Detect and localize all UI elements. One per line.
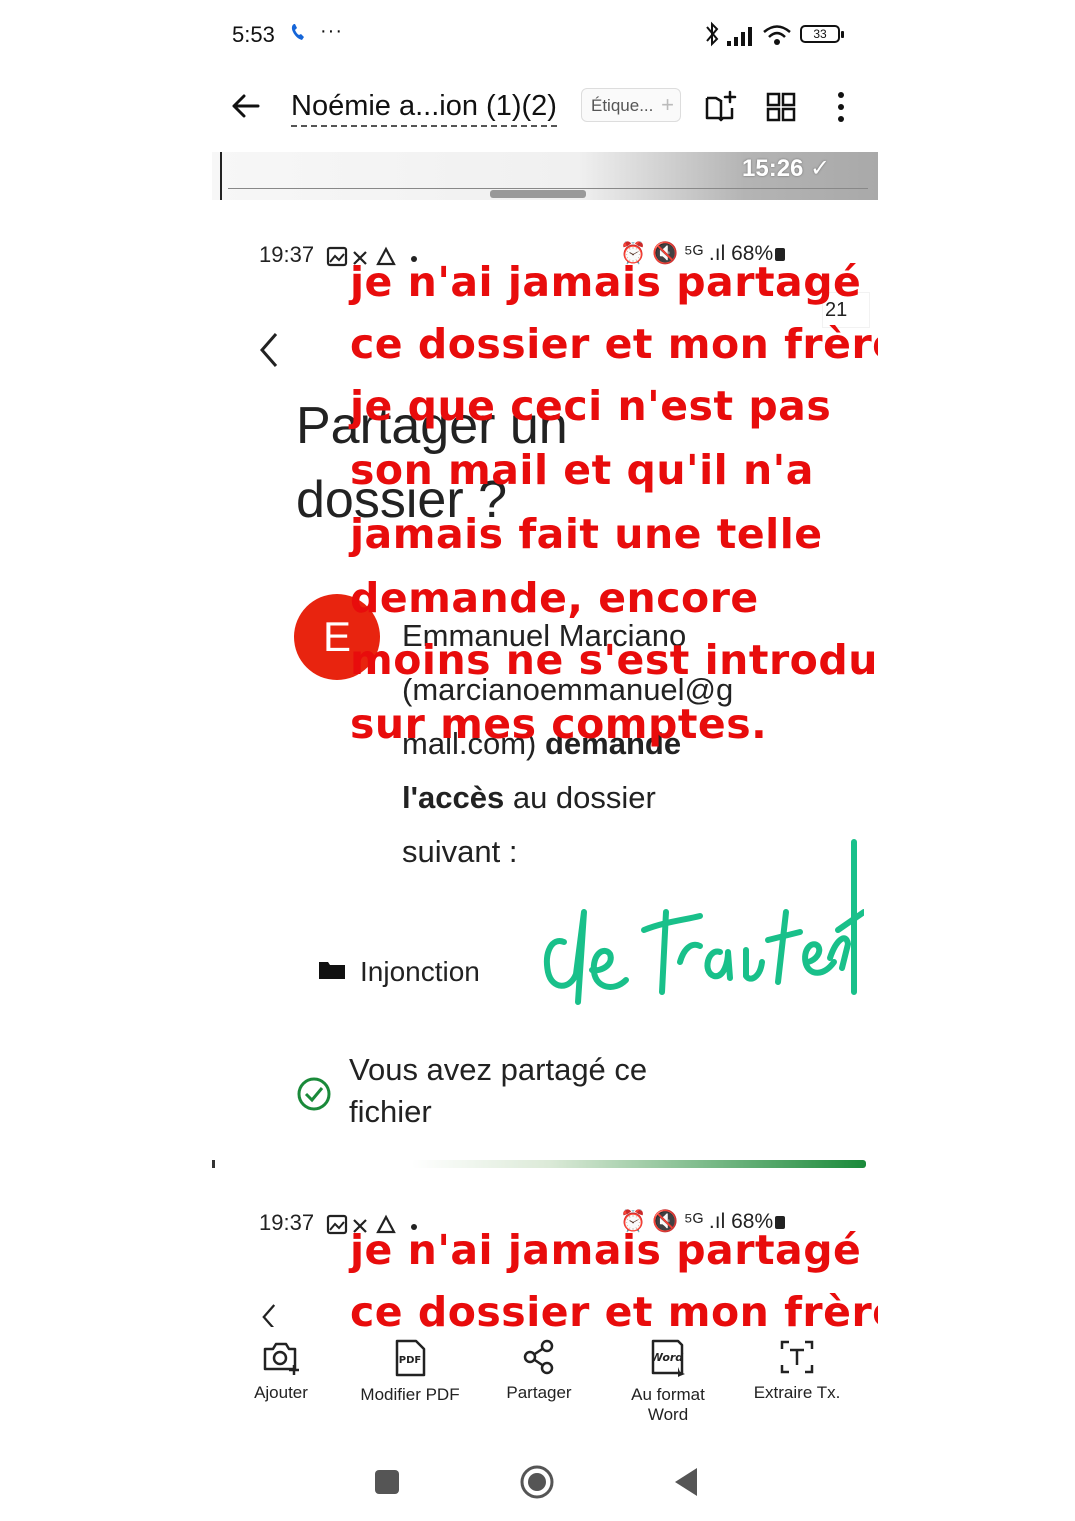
back-arrow-icon[interactable]: [228, 88, 264, 124]
annotation-line-2: ce dossier et mon frère: [350, 320, 878, 368]
grid-view-icon[interactable]: [764, 90, 798, 124]
extract-text-label: Extraire Tx.: [753, 1383, 841, 1402]
word-format-label: Au format Word: [631, 1385, 705, 1424]
screenshot-time: 19:37: [259, 242, 315, 267]
back-triangle-icon[interactable]: [667, 1462, 707, 1502]
share-icon: [523, 1339, 554, 1375]
extract-text-button[interactable]: Extraire Tx.: [732, 1339, 862, 1403]
extract-text-icon: [780, 1340, 814, 1374]
edit-pdf-label: Modifier PDF: [360, 1385, 460, 1404]
status-more-dots: ···: [320, 20, 343, 42]
home-icon[interactable]: [517, 1462, 557, 1502]
handwritten-signature: [544, 839, 864, 1005]
check-circle-icon: [297, 1077, 331, 1111]
annotation-repeat-line-1: je n'ai jamais partagé: [350, 1226, 862, 1274]
tag-placeholder: Étique...: [591, 96, 654, 115]
phone-call-icon: [291, 24, 304, 40]
annotation-line-4: son mail et qu'il n'a: [350, 446, 814, 494]
suivant-line: suivant :: [402, 834, 518, 869]
more-options-icon[interactable]: [824, 90, 858, 124]
annotation-line-6: demande, encore: [350, 574, 759, 622]
battery-indicator: 33: [800, 25, 844, 43]
status-right-group: 33: [700, 18, 850, 52]
annotation-line-3: je que ceci n'est pas: [350, 382, 832, 430]
edit-pdf-button[interactable]: PDF Modifier PDF: [345, 1339, 475, 1405]
add-tag-icon[interactable]: +: [661, 92, 674, 118]
folder-icon: [319, 962, 345, 979]
chevron-left-icon-2: [262, 1304, 276, 1327]
shared-line-1: Vous avez partagé ce: [349, 1052, 648, 1087]
add-label: Ajouter: [254, 1383, 308, 1402]
bluetooth-icon: [706, 21, 719, 47]
screenshot-time-2: 19:37: [259, 1210, 315, 1235]
status-time: 5:53: [232, 22, 275, 47]
annotation-line-8: sur mes comptes.: [350, 700, 768, 748]
signal-icon: [727, 27, 752, 46]
folder-name: Injonction: [360, 956, 480, 987]
screenshot-bottom-edge: [412, 1160, 866, 1168]
pdf-badge: PDF: [399, 1355, 421, 1366]
document-title[interactable]: Noémie a...ion (1)(2): [291, 90, 557, 127]
document-page[interactable]: 15:26 ✓ 19:37 ⏰ 🔇 ⁵ᴳ .ıl 68% 21 Partager…: [212, 152, 878, 1327]
wifi-icon: [763, 25, 791, 45]
bottom-action-bar: Ajouter PDF Modifier PDF Partager Word A…: [0, 1327, 1075, 1437]
share-label: Partager: [506, 1383, 572, 1402]
tag-input[interactable]: Étique... +: [581, 88, 681, 122]
word-icon: Word: [651, 1339, 685, 1377]
system-navigation-bar: [0, 1448, 1075, 1518]
shared-line-2: fichier: [349, 1094, 432, 1129]
reading-mode-icon[interactable]: [704, 90, 738, 124]
previous-screenshot-strip: 15:26 ✓: [212, 152, 878, 200]
message-timestamp: 15:26 ✓: [742, 155, 831, 182]
annotation-repeat-line-2: ce dossier et mon frère: [350, 1288, 878, 1328]
app-toolbar: Noémie a...ion (1)(2) Étique... +: [0, 70, 1075, 150]
status-bar: 5:53 ··· 33: [0, 0, 1075, 70]
pdf-icon: PDF: [395, 1339, 426, 1377]
share-button[interactable]: Partager: [474, 1339, 604, 1403]
word-format-button[interactable]: Word Au format Word: [603, 1339, 733, 1425]
access-line: l'accès au dossier: [402, 780, 656, 815]
add-button[interactable]: Ajouter: [216, 1339, 346, 1403]
camera-add-icon: [263, 1342, 299, 1375]
word-badge: Word: [651, 1351, 684, 1364]
annotation-line-5: jamais fait une telle: [350, 510, 823, 558]
annotation-line-7: moins ne s'est introduit: [350, 636, 878, 684]
chevron-left-icon: [260, 333, 278, 367]
annotation-line-1: je n'ai jamais partagé: [350, 258, 862, 306]
recent-apps-icon[interactable]: [367, 1462, 407, 1502]
